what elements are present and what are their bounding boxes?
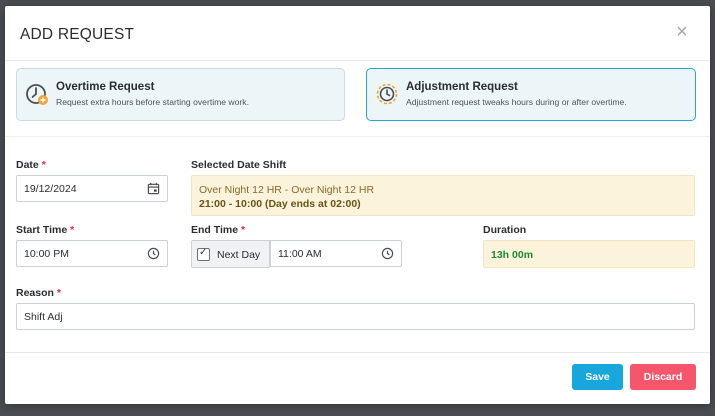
modal-title: ADD REQUEST: [20, 26, 135, 43]
date-input[interactable]: 19/12/2024: [16, 175, 168, 202]
start-time-label: Start Time *: [16, 224, 75, 236]
reason-value: Shift Adj: [24, 311, 63, 323]
duration-value: 13h 00m: [491, 249, 534, 261]
clock-gear-icon: [376, 83, 398, 105]
reason-label: Reason *: [16, 287, 61, 299]
end-time-label: End Time *: [191, 224, 246, 236]
end-time-value: 11:00 AM: [278, 248, 322, 260]
discard-button[interactable]: Discard: [630, 364, 696, 390]
duration-label: Duration: [483, 224, 527, 236]
checkmark-icon: ✓: [199, 247, 208, 258]
selected-shift-info: Over Night 12 HR - Over Night 12 HR 21:0…: [191, 175, 695, 216]
reason-input[interactable]: Shift Adj: [16, 303, 695, 330]
start-time-input[interactable]: 10:00 PM: [16, 240, 168, 267]
selected-shift-label: Selected Date Shift: [191, 159, 287, 171]
shift-hours: 21:00 - 10:00 (Day ends at 02:00): [199, 198, 361, 210]
close-button[interactable]: ×: [672, 20, 692, 44]
next-day-checkbox[interactable]: ✓: [197, 247, 210, 261]
overtime-request-card[interactable]: Overtime Request Request extra hours bef…: [16, 68, 345, 121]
save-button[interactable]: Save: [572, 364, 623, 390]
date-value: 19/12/2024: [24, 183, 77, 195]
date-label: Date *: [16, 159, 46, 171]
modal-header: ADD REQUEST ×: [5, 6, 710, 61]
adjustment-request-subtitle: Adjustment request tweaks hours during o…: [406, 97, 627, 107]
adjustment-request-card[interactable]: Adjustment Request Adjustment request tw…: [366, 68, 696, 121]
overtime-request-title: Overtime Request: [56, 81, 155, 93]
overtime-request-subtitle: Request extra hours before starting over…: [56, 97, 249, 107]
calendar-icon[interactable]: [147, 182, 160, 195]
clock-icon[interactable]: [147, 247, 160, 260]
clock-icon[interactable]: [381, 247, 394, 260]
duration-display: 13h 00m: [483, 240, 695, 268]
adjustment-request-title: Adjustment Request: [406, 81, 518, 93]
next-day-label: Next Day: [217, 249, 261, 261]
start-time-value: 10:00 PM: [24, 248, 69, 260]
section-divider: [5, 136, 710, 137]
footer-divider: [5, 352, 710, 353]
next-day-toggle[interactable]: ✓ Next Day: [191, 240, 270, 268]
add-request-modal: ADD REQUEST × Overtime Request Request e…: [5, 6, 710, 404]
shift-name: Over Night 12 HR - Over Night 12 HR: [199, 184, 375, 196]
clock-plus-icon: [26, 84, 48, 105]
end-time-input[interactable]: 11:00 AM: [270, 240, 402, 267]
